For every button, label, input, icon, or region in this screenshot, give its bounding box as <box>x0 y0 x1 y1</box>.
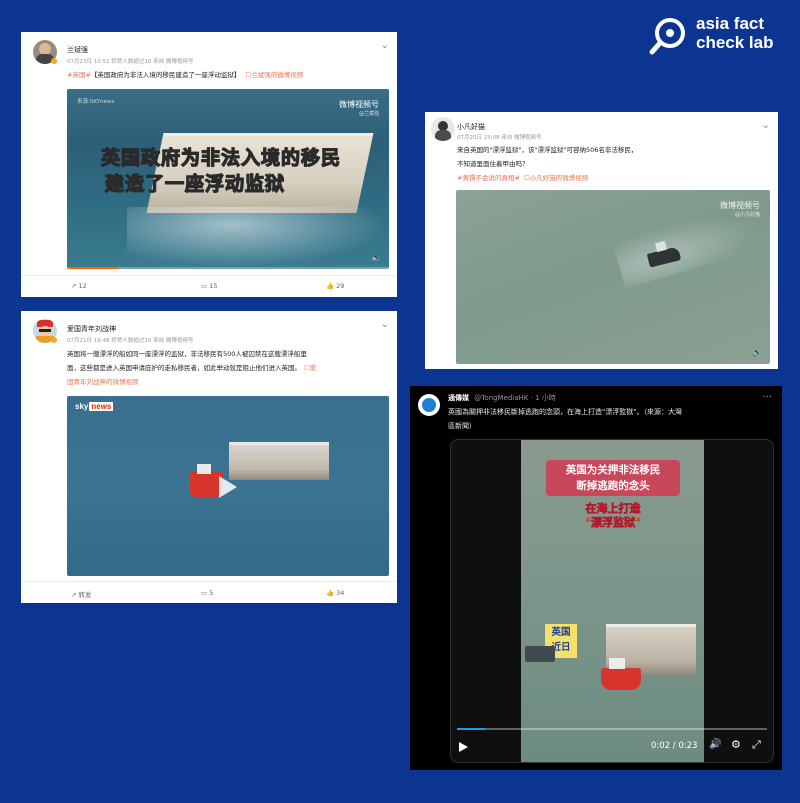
asia-fact-check-lab-logo: asia fact check lab <box>648 13 788 57</box>
like-button[interactable]: 👍 34 <box>326 589 344 597</box>
volume-icon[interactable]: 🔈 <box>371 253 381 262</box>
video-progress-fill <box>457 728 485 730</box>
avatar[interactable] <box>418 394 440 416</box>
comment-button[interactable]: ▭ 5 <box>201 589 213 597</box>
comment-button[interactable]: ▭ 15 <box>201 282 218 290</box>
weibo-post-2: ⌄ 小凡好猫 07月20日 23:08 来自 微博视频号 来自英国的"漂浮监狱"… <box>425 112 778 369</box>
video-caption-line1: 英国政府为非法入境的移民 <box>100 146 342 169</box>
username[interactable]: 兰斌强 <box>67 45 88 55</box>
post-text-line2: 面，这些都是进入英国申请庇护的走私移民者，如此举动就是阻止他们进入英国。 ☐爱 <box>67 364 317 372</box>
video-frame: 英国为关押非法移民 断掉逃跑的念头 在海上打造 "漂浮监狱" 英国 近日 <box>521 440 704 762</box>
video-link-part2[interactable]: 国青年刘战神的微博视频 <box>67 378 139 386</box>
verified-badge-icon <box>51 58 57 64</box>
magnifier-logo-icon <box>649 18 685 55</box>
post-meta: 07月20日 23:08 来自 微博视频号 <box>457 135 542 141</box>
video-link[interactable]: ☐小凡好猫的微博视频 <box>524 174 588 182</box>
video-caption-line2: 建造了一座浮动监狱 <box>104 172 286 195</box>
post-actions: ↗ 12 <box>71 282 87 290</box>
barge <box>229 442 329 480</box>
video-player[interactable]: 微博视频号 @小凡好猫 🔈 <box>456 190 770 364</box>
tweet-text-line1: 英國為關押非法移民斷掉逃跑的念頭，在海上打造"漂浮監獄"。（來源：大灣 <box>448 408 682 416</box>
weibo-video-badge: 微博视频号 @小凡好猫 <box>720 201 760 218</box>
like-button[interactable]: 👍 29 <box>326 282 344 290</box>
username[interactable]: 小凡好猫 <box>457 122 485 132</box>
play-icon[interactable] <box>459 742 468 752</box>
video-player[interactable]: 来源:SKYnews 微博视频号 @兰斌强 英国政府为非法入境的移民 建造了一座浮… <box>67 89 389 269</box>
video-source: 来源:SKYnews <box>77 99 115 105</box>
share-button[interactable]: ↗ 12 <box>71 282 87 290</box>
avatar[interactable] <box>431 117 455 141</box>
tugboat <box>189 472 223 498</box>
post-text: #英国#【英国政府为非法入境的移民建造了一座浮动监狱】 ☐兰斌强的微博视频 <box>67 71 304 79</box>
hashtag[interactable]: #英国# <box>67 71 91 79</box>
caption-red: 英国为关押非法移民 断掉逃跑的念头 <box>546 460 680 496</box>
video-link[interactable]: ☐兰斌强的微博视频 <box>245 71 303 79</box>
video-progress-bar[interactable] <box>67 267 389 269</box>
chevron-down-icon[interactable]: ⌄ <box>381 319 389 330</box>
comment-icon: ▭ <box>201 282 208 290</box>
chevron-down-icon[interactable]: ⌄ <box>762 120 770 131</box>
fullscreen-icon[interactable]: ⤢ <box>752 738 761 752</box>
tweet-post: ··· 通傳媒 @TongMediaHK · 1 小時 英國為關押非法移民斷掉逃… <box>410 386 782 770</box>
post-text-line3: 国青年刘战神的微博视频 <box>67 376 139 388</box>
chevron-down-icon[interactable]: ⌄ <box>381 40 389 51</box>
settings-icon[interactable]: ⚙ <box>731 738 741 751</box>
username[interactable]: 爱国青年刘战神 <box>67 324 116 334</box>
like-icon: 👍 <box>326 282 335 290</box>
like-icon: 👍 <box>326 589 335 597</box>
share-icon: ↗ <box>71 282 77 290</box>
verified-badge-icon <box>51 337 57 343</box>
share-icon: ↗ <box>71 591 77 599</box>
tweet-author: 通傳媒 @TongMediaHK · 1 小時 <box>448 393 556 403</box>
video-player[interactable]: 英国为关押非法移民 断掉逃跑的念头 在海上打造 "漂浮监狱" 英国 近日 0:02 /… <box>450 439 774 763</box>
more-icon[interactable]: ··· <box>762 392 772 403</box>
post-meta: 07月23日 10:51 转赞人数超过10 来自 微博视频号 <box>67 59 194 65</box>
video-progress-track[interactable] <box>457 728 767 730</box>
post-tags: #黄镖不会说的真相# ☐小凡好猫的微博视频 <box>457 172 588 184</box>
weibo-video-badge: 微博视频号 @兰斌强 <box>339 100 379 117</box>
tugboat <box>601 668 641 690</box>
play-button[interactable] <box>219 476 237 498</box>
video-time: 0:02 / 0:23 <box>651 741 698 751</box>
caption-orange: 在海上打造 "漂浮监狱" <box>585 502 641 530</box>
logo-text-line1: asia fact <box>696 14 765 33</box>
post-text-line1: 英国将一艘漂浮的船如同一座漂浮的监狱，非法移民有500人被囚禁在这艘漂浮船里 <box>67 350 307 358</box>
post-meta: 07月21日 18:48 转赞人数超过20 来自 微博视频号 <box>67 338 194 344</box>
post-text-line1: 来自英国的"漂浮监狱"，该"漂浮监狱"可容纳506名非法移民， <box>457 146 638 154</box>
hashtag[interactable]: #黄镖不会说的真相# <box>457 174 520 182</box>
weibo-post-3: ⌄ 爱国青年刘战神 07月21日 18:48 转赞人数超过20 来自 微博视频号… <box>21 311 397 603</box>
video-player[interactable]: sky news <box>67 396 389 576</box>
handle[interactable]: @TongMediaHK · 1 小時 <box>474 394 555 402</box>
post-text-line2: 不知道里面住着甲由吗？ <box>457 160 529 168</box>
tweet-text-line2: 區新聞） <box>448 422 476 430</box>
share-button[interactable]: ↗ 转发 <box>71 589 92 599</box>
sky-news-logo: sky news <box>75 402 114 411</box>
video-link-part1[interactable]: ☐爱 <box>304 364 316 372</box>
volume-icon[interactable]: 🔈 <box>752 348 762 357</box>
comment-icon: ▭ <box>201 589 208 597</box>
display-name[interactable]: 通傳媒 <box>448 394 469 402</box>
weibo-post-1: ⌄ 兰斌强 07月23日 10:51 转赞人数超过10 来自 微博视频号 #英国… <box>21 32 397 297</box>
logo-text-line2: check lab <box>696 33 774 52</box>
volume-icon[interactable]: 🔊 <box>709 739 721 750</box>
